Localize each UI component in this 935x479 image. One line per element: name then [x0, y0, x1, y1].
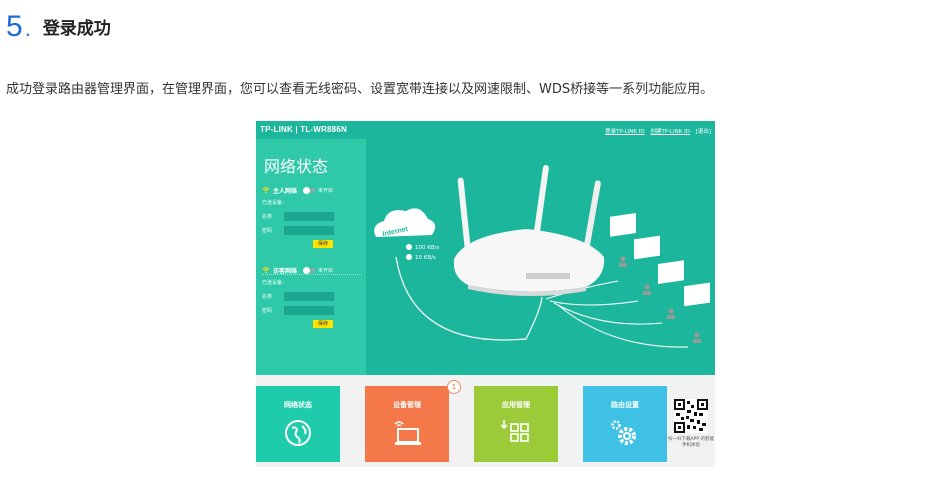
upload-speed: 100 KB/s: [415, 245, 439, 251]
qr-code-icon: [674, 399, 708, 433]
main-network-toggle[interactable]: [303, 186, 316, 194]
main-password-input[interactable]: [284, 225, 334, 235]
network-status-panel: 网络状态 主人网络 未开启 已连设备： 名称 密码 保存 访客网络 未开启 已连…: [256, 139, 366, 375]
tile-network-status-label: 网络状态: [284, 401, 312, 409]
guest-name-input[interactable]: [284, 291, 334, 301]
logout-link[interactable]: [退出]: [696, 129, 711, 135]
router-admin-screenshot: TP-LINK | TL-WR886N 登录TP-LINK ID 创建TP-LI…: [256, 121, 715, 467]
tile-network-status[interactable]: 网络状态: [256, 386, 340, 462]
gears-icon: [611, 420, 636, 445]
step-title: 登录成功: [42, 19, 111, 39]
guest-network-title: 访客网络: [273, 267, 298, 275]
guest-password-input[interactable]: [284, 305, 334, 315]
apps-grid-icon: [501, 420, 529, 442]
guest-network-section: 访客网络 未开启 已连设备： 名称 密码 保存: [262, 265, 362, 328]
device-icon: [658, 260, 684, 319]
brand-bar: TP-LINK | TL-WR886N: [256, 121, 366, 139]
main-name-input[interactable]: [284, 211, 334, 221]
guest-password-label: 密码: [262, 307, 273, 314]
tile-app-management[interactable]: 应用管理: [474, 386, 558, 462]
qr-caption: 扫一扫下载APP 的智能手机体验: [668, 437, 714, 448]
main-network-toggle-label: 未开启: [318, 187, 334, 194]
login-tplink-id-link[interactable]: 登录TP-LINK ID: [605, 129, 645, 135]
step-description: 成功登录路由器管理界面，在管理界面，您可以查看无线密码、设置宽带连接以及网速限制…: [6, 82, 714, 97]
device-icon: [610, 213, 636, 267]
tile-router-settings[interactable]: 路由设置: [583, 386, 667, 462]
main-connected-devices: 已连设备：: [262, 200, 288, 206]
brand-logo: TP-LINK | TL-WR886N: [260, 125, 347, 134]
guest-network-toggle[interactable]: [303, 266, 316, 274]
download-speed: 10 KB/s: [415, 255, 436, 261]
main-password-label: 密码: [262, 227, 273, 234]
device-icon: [634, 235, 660, 295]
tile-app-management-label: 应用管理: [502, 401, 530, 409]
guest-network-toggle-label: 未开启: [318, 267, 334, 274]
wifi-icon: [262, 267, 270, 273]
main-network-title: 主人网络: [273, 187, 298, 195]
guest-connected-devices: 已连设备：: [262, 280, 288, 286]
wifi-icon: [262, 187, 270, 193]
main-name-label: 名称: [262, 213, 273, 220]
guest-name-label: 名称: [262, 293, 273, 300]
network-topology-illustration: Internet 100 KB/s 10 KB/s: [374, 165, 710, 348]
step-number: 5: [6, 10, 23, 43]
create-tplink-id-link[interactable]: 创建TP-LINK ID: [650, 129, 690, 135]
step-number-dot: .: [24, 16, 31, 41]
notification-badge: 1: [447, 380, 461, 394]
main-save-button[interactable]: 保存: [313, 240, 333, 248]
tile-router-settings-label: 路由设置: [611, 401, 639, 409]
step-heading: 5 . 登录成功: [6, 6, 111, 42]
globe-icon: [285, 420, 311, 446]
guest-save-button[interactable]: 保存: [313, 320, 333, 328]
function-menu-bar: 网络状态 设备管理 1 应用管理 路由设置 扫一扫下载APP 的智能手机体验: [256, 375, 715, 467]
laptop-wifi-icon: [394, 421, 421, 445]
top-links: 登录TP-LINK ID 创建TP-LINK ID [退出]: [601, 127, 711, 135]
tile-device-management[interactable]: 设备管理 1: [365, 380, 461, 462]
tile-device-management-label: 设备管理: [393, 401, 421, 409]
panel-title: 网络状态: [264, 157, 329, 176]
device-icon: [684, 282, 710, 343]
main-network-section: 主人网络 未开启 已连设备： 名称 密码 保存: [262, 185, 362, 248]
